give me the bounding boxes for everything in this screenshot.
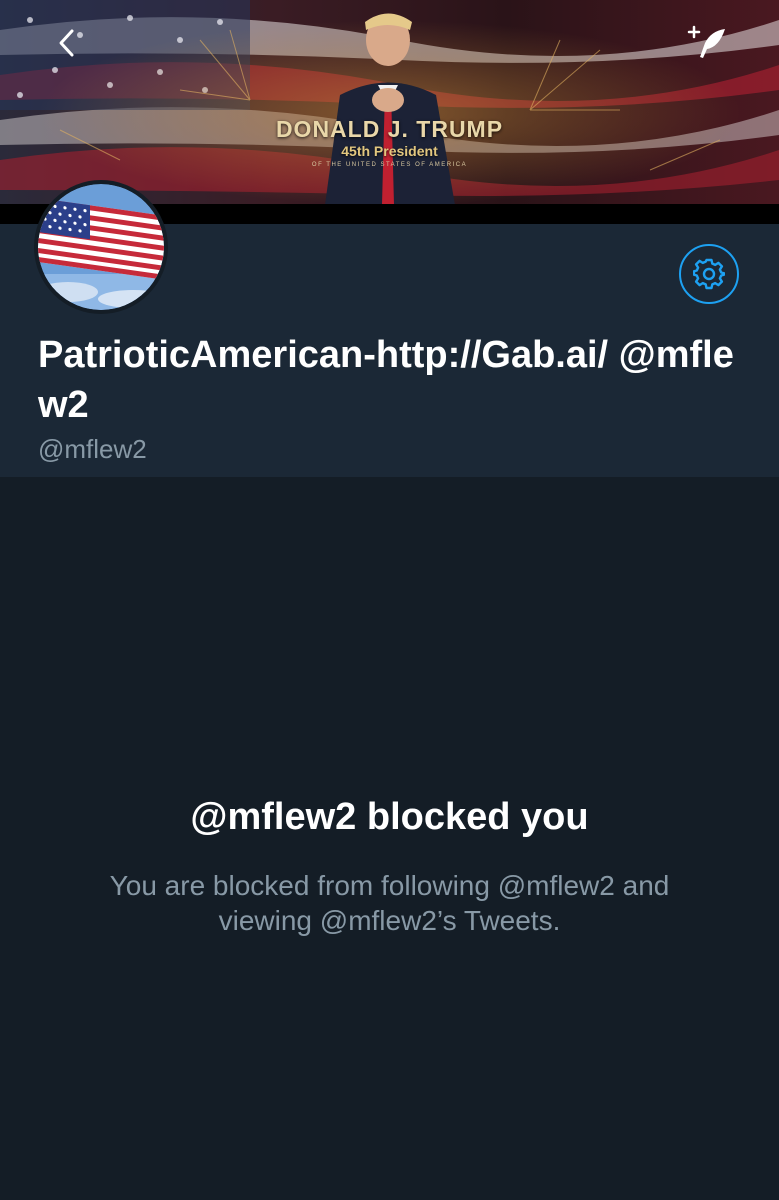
header-banner-image: DONALD J. TRUMP 45th President OF THE UN… — [0, 0, 779, 205]
gear-icon — [693, 258, 725, 290]
banner-artwork — [0, 0, 779, 205]
avatar[interactable] — [34, 180, 168, 314]
profile-handle: @mflew2 — [38, 434, 147, 464]
blocked-notice-body: You are blocked from following @mflew2 a… — [109, 870, 670, 936]
compose-tweet-button[interactable] — [684, 20, 730, 66]
banner-tagline: OF THE UNITED STATES OF AMERICA — [311, 162, 468, 168]
blocked-notice-title: @mflew2 blocked you — [190, 796, 589, 838]
back-button[interactable] — [48, 24, 86, 62]
profile-settings-button[interactable] — [679, 244, 739, 304]
banner-subtitle: 45th President — [341, 143, 438, 159]
compose-tweet-icon — [687, 25, 725, 58]
profile-screen: DONALD J. TRUMP 45th President OF THE UN… — [0, 0, 779, 1200]
chevron-left-icon — [59, 29, 74, 57]
profile-display-name: PatrioticAmerican-http://Gab.ai/ @mflew2 — [38, 334, 734, 426]
banner-title: DONALD J. TRUMP — [275, 116, 504, 142]
american-flag-avatar — [38, 184, 164, 310]
